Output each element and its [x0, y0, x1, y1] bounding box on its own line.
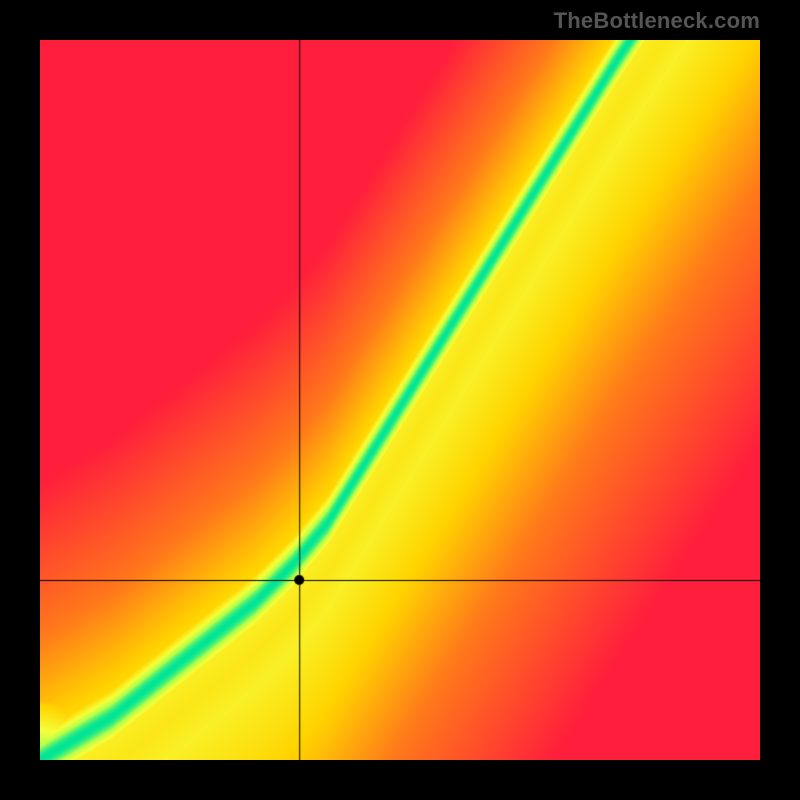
watermark-text: TheBottleneck.com — [554, 8, 760, 34]
chart-frame — [40, 40, 760, 760]
bottleneck-heatmap — [40, 40, 760, 760]
